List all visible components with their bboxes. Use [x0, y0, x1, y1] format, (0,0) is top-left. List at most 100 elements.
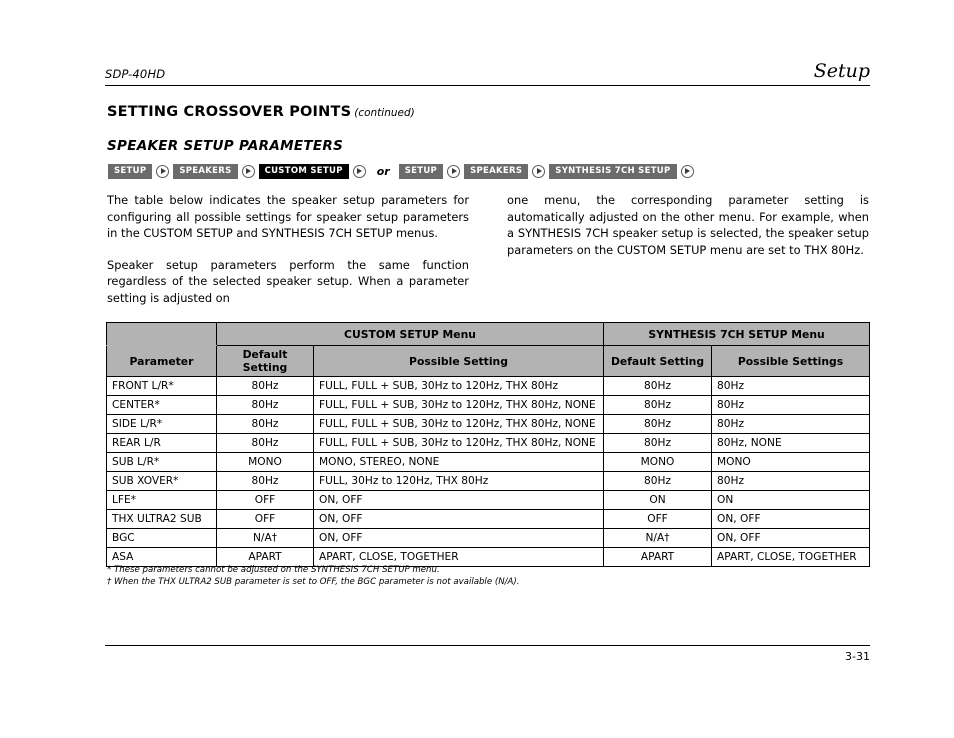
- cell-synthesis-possible: ON: [711, 490, 871, 510]
- cell-synthesis-possible: APART, CLOSE, TOGETHER: [711, 547, 871, 567]
- cell-parameter: REAR L/R: [106, 433, 217, 453]
- cell-synthesis-default: 80Hz: [603, 471, 713, 491]
- table-head: CUSTOM SETUP Menu SYNTHESIS 7CH SETUP Me…: [106, 322, 871, 377]
- running-head: SDP-40HD Setup: [105, 62, 870, 86]
- body-column-left: The table below indicates the speaker se…: [107, 192, 469, 306]
- table-row: FRONT L/R* 80Hz FULL, FULL + SUB, 30Hz to …: [106, 376, 871, 396]
- cell-synthesis-default: 80Hz: [603, 433, 713, 453]
- cell-parameter: SIDE L/R*: [106, 414, 217, 434]
- speaker-setup-parameters-table: CUSTOM SETUP Menu SYNTHESIS 7CH SETUP Me…: [106, 322, 871, 567]
- footnote-asterisk: * These parameters cannot be adjusted on…: [107, 565, 440, 575]
- body-paragraph: one menu, the corresponding parameter se…: [507, 193, 869, 257]
- arrow-right-icon: [680, 164, 694, 178]
- arrow-right-icon: [447, 164, 461, 178]
- cell-synthesis-possible: 80Hz, NONE: [711, 433, 871, 453]
- table-row: SIDE L/R* 80Hz FULL, FULL + SUB, 30Hz to 1…: [106, 414, 871, 434]
- arrow-right-icon: [241, 164, 255, 178]
- breadcrumb-chip-speakers-b[interactable]: SPEAKERS: [464, 163, 529, 179]
- table-row: THX ULTRA2 SUB OFF ON, OFF OFF ON, OFF: [106, 509, 871, 529]
- table-row: ASA APART APART, CLOSE, TOGETHER APART APART…: [106, 547, 871, 567]
- cell-custom-default: APART: [216, 547, 314, 567]
- cell-parameter: ASA: [106, 547, 217, 567]
- cell-custom-possible: ON, OFF: [312, 509, 605, 529]
- table-row: SUB L/R* MONO MONO, STEREO, NONE MONO MONO: [106, 452, 871, 472]
- footnote-dagger: † When the THX ULTRA2 SUB parameter is s…: [107, 576, 520, 587]
- table-column-header-row: Parameter Default Setting Possible Setti…: [106, 345, 871, 377]
- table-row: REAR L/R 80Hz FULL, FULL + SUB, 30Hz to 12…: [106, 433, 871, 453]
- body-paragraph: Speaker setup parameters perform the sam…: [107, 257, 469, 305]
- cell-synthesis-possible: 80Hz: [711, 414, 871, 434]
- cell-synthesis-default: 80Hz: [603, 395, 713, 415]
- cell-synthesis-possible: MONO: [711, 452, 871, 472]
- table-group-header-synthesis: SYNTHESIS 7CH SETUP Menu: [603, 322, 871, 346]
- cell-custom-default: 80Hz: [216, 395, 314, 415]
- speaker-setup-parameters-table-wrap: CUSTOM SETUP Menu SYNTHESIS 7CH SETUP Me…: [106, 322, 871, 567]
- cell-custom-default: MONO: [216, 452, 314, 472]
- cell-synthesis-default: ON: [603, 490, 713, 510]
- cell-parameter: THX ULTRA2 SUB: [106, 509, 217, 529]
- breadcrumb-or-separator: or: [376, 164, 390, 178]
- page-number: 3-31: [845, 650, 870, 663]
- cell-synthesis-default: APART: [603, 547, 713, 567]
- table-header-synthesis-default: Default Setting: [603, 345, 713, 377]
- body-columns: The table below indicates the speaker se…: [107, 192, 869, 306]
- cell-parameter: SUB L/R*: [106, 452, 217, 472]
- cell-synthesis-default: N/A†: [603, 528, 713, 548]
- cell-custom-possible: APART, CLOSE, TOGETHER: [312, 547, 605, 567]
- section-heading-text: SETTING CROSSOVER POINTS: [107, 104, 352, 120]
- cell-custom-possible: MONO, STEREO, NONE: [312, 452, 605, 472]
- cell-custom-possible: FULL, FULL + SUB, 30Hz to 120Hz, THX 80H…: [312, 433, 605, 453]
- cell-synthesis-default: 80Hz: [603, 414, 713, 434]
- table-header-spacer: [106, 322, 217, 346]
- body-column-right: one menu, the corresponding parameter se…: [507, 192, 869, 306]
- section-heading-continued: (continued): [354, 107, 415, 119]
- cell-synthesis-possible: ON, OFF: [711, 528, 871, 548]
- table-header-custom-default: Default Setting: [216, 345, 314, 377]
- breadcrumb-chip-speakers-a[interactable]: SPEAKERS: [173, 163, 238, 179]
- cell-custom-default: 80Hz: [216, 376, 314, 396]
- breadcrumb-chip-synthesis-7ch-setup[interactable]: SYNTHESIS 7CH SETUP: [549, 163, 677, 179]
- arrow-right-icon: [532, 164, 546, 178]
- table-header-custom-possible: Possible Setting: [312, 345, 605, 377]
- table-row: LFE* OFF ON, OFF ON ON: [106, 490, 871, 510]
- arrow-right-icon: [156, 164, 170, 178]
- cell-parameter: CENTER*: [106, 395, 217, 415]
- cell-custom-default: 80Hz: [216, 414, 314, 434]
- cell-parameter: LFE*: [106, 490, 217, 510]
- breadcrumb-chip-setup-a[interactable]: SETUP: [108, 163, 153, 179]
- table-body: FRONT L/R* 80Hz FULL, FULL + SUB, 30Hz to …: [106, 376, 871, 567]
- cell-synthesis-possible: 80Hz: [711, 395, 871, 415]
- cell-synthesis-possible: 80Hz: [711, 376, 871, 396]
- cell-custom-possible: FULL, FULL + SUB, 30Hz to 120Hz, THX 80H…: [312, 376, 605, 396]
- cell-synthesis-default: OFF: [603, 509, 713, 529]
- cell-synthesis-possible: ON, OFF: [711, 509, 871, 529]
- section-heading: SETTING CROSSOVER POINTS (continued): [107, 103, 415, 121]
- cell-custom-possible: FULL, FULL + SUB, 30Hz to 120Hz, THX 80H…: [312, 395, 605, 415]
- breadcrumb-chip-setup-b[interactable]: SETUP: [398, 163, 444, 179]
- cell-custom-possible: ON, OFF: [312, 528, 605, 548]
- cell-custom-possible: ON, OFF: [312, 490, 605, 510]
- subsection-heading: SPEAKER SETUP PARAMETERS: [107, 138, 344, 154]
- cell-synthesis-default: 80Hz: [603, 376, 713, 396]
- breadcrumb: SETUP SPEAKERS CUSTOM SETUP or SETUP SPE…: [108, 162, 698, 180]
- model-name: SDP-40HD: [105, 67, 166, 81]
- cell-custom-possible: FULL, 30Hz to 120Hz, THX 80Hz: [312, 471, 605, 491]
- table-group-header-row: CUSTOM SETUP Menu SYNTHESIS 7CH SETUP Me…: [106, 322, 871, 346]
- table-group-header-custom: CUSTOM SETUP Menu: [215, 322, 605, 346]
- cell-parameter: FRONT L/R*: [106, 376, 217, 396]
- cell-synthesis-possible: 80Hz: [711, 471, 871, 491]
- table-row: CENTER* 80Hz FULL, FULL + SUB, 30Hz to 120…: [106, 395, 871, 415]
- table-header-parameter: Parameter: [106, 345, 217, 377]
- document-page: SDP-40HD Setup SETTING CROSSOVER POINTS(…: [0, 0, 954, 738]
- cell-parameter: BGC: [106, 528, 217, 548]
- table-row: BGC N/A† ON, OFF N/A† ON, OFF: [106, 528, 871, 548]
- cell-parameter: SUB XOVER*: [106, 471, 217, 491]
- cell-custom-default: OFF: [216, 509, 314, 529]
- table-row: SUB XOVER* 80Hz FULL, 30Hz to 120Hz, THX 8…: [106, 471, 871, 491]
- cell-custom-possible: FULL, FULL + SUB, 30Hz to 120Hz, THX 80H…: [312, 414, 605, 434]
- section-name: Setup: [813, 60, 870, 82]
- body-paragraph: The table below indicates the speaker se…: [107, 193, 469, 240]
- breadcrumb-chip-custom-setup[interactable]: CUSTOM SETUP: [258, 163, 349, 179]
- cell-custom-default: N/A†: [216, 528, 314, 548]
- table-header-synthesis-possible: Possible Settings: [711, 345, 871, 377]
